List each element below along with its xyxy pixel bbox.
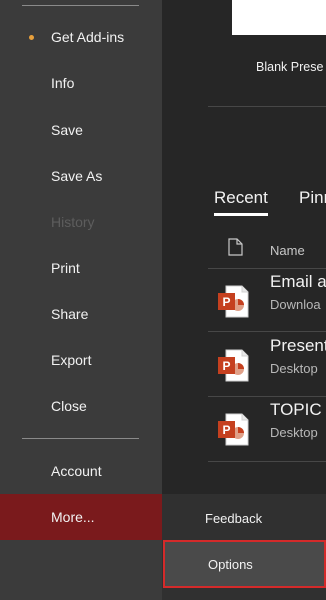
sidebar-item-print[interactable]: Print [0,245,162,291]
sidebar-item-save-as[interactable]: Save As [0,153,162,199]
flyout-item-feedback[interactable]: Feedback [162,495,326,541]
sidebar-item-history: History [0,199,162,245]
blank-presentation-label: Blank Prese [256,60,324,74]
tab-pinned[interactable]: Pinn [299,188,326,208]
name-column-header[interactable]: Name [270,243,305,258]
sidebar-item-label: Save As [51,168,103,184]
sidebar-item-more[interactable]: More... [0,494,162,540]
sidebar-item-label: More... [51,509,95,525]
sidebar-item-label: Share [51,306,89,322]
powerpoint-icon: P [218,413,249,446]
sidebar-top-divider [22,5,139,6]
svg-text:P: P [222,295,230,309]
sidebar-item-export[interactable]: Export [0,337,162,383]
more-flyout-menu: Feedback Options [162,494,326,600]
recent-file-row[interactable]: P Email a Downloa [208,270,326,330]
powerpoint-icon: P [218,349,249,382]
section-divider [208,106,326,107]
recent-file-row[interactable]: P TOPIC – Desktop [208,398,326,458]
file-name: Email a [270,272,326,291]
sidebar-item-label: Save [51,122,83,138]
sidebar-item-label: Close [51,398,87,414]
file-icon [228,238,243,256]
sidebar-item-label: Info [51,75,75,91]
sidebar-item-label: History [51,214,95,230]
sidebar-item-label: Account [51,463,102,479]
tab-recent[interactable]: Recent [214,188,268,208]
blank-presentation-thumbnail[interactable] [232,0,326,35]
new-indicator-dot-icon [29,35,34,40]
sidebar-item-get-add-ins[interactable]: Get Add-ins [0,14,162,60]
sidebar-item-label: Export [51,352,92,368]
flyout-item-options[interactable]: Options [163,540,326,588]
file-name: TOPIC – [270,400,326,419]
file-location: Downloa [270,297,321,312]
recent-file-row[interactable]: P Present Desktop [208,334,326,394]
backstage-sidebar: Get Add-ins Info Save Save As History Pr… [0,0,162,600]
svg-text:P: P [222,423,230,437]
flyout-item-label: Feedback [205,510,263,526]
row-divider [208,396,326,397]
powerpoint-icon: P [218,285,249,318]
file-location: Desktop [270,361,318,376]
sidebar-item-save[interactable]: Save [0,107,162,153]
row-divider [208,461,326,462]
tab-recent-underline [214,213,268,216]
sidebar-item-label: Print [51,260,80,276]
flyout-item-label: Options [208,556,253,572]
sidebar-divider [22,438,139,439]
sidebar-item-share[interactable]: Share [0,291,162,337]
file-name: Present [270,336,326,355]
sidebar-item-label: Get Add-ins [51,29,125,45]
sidebar-item-close[interactable]: Close [0,383,162,429]
header-divider [208,268,326,269]
sidebar-item-info[interactable]: Info [0,60,162,106]
sidebar-item-account[interactable]: Account [0,448,162,494]
file-location: Desktop [270,425,318,440]
svg-text:P: P [222,359,230,373]
row-divider [208,331,326,332]
